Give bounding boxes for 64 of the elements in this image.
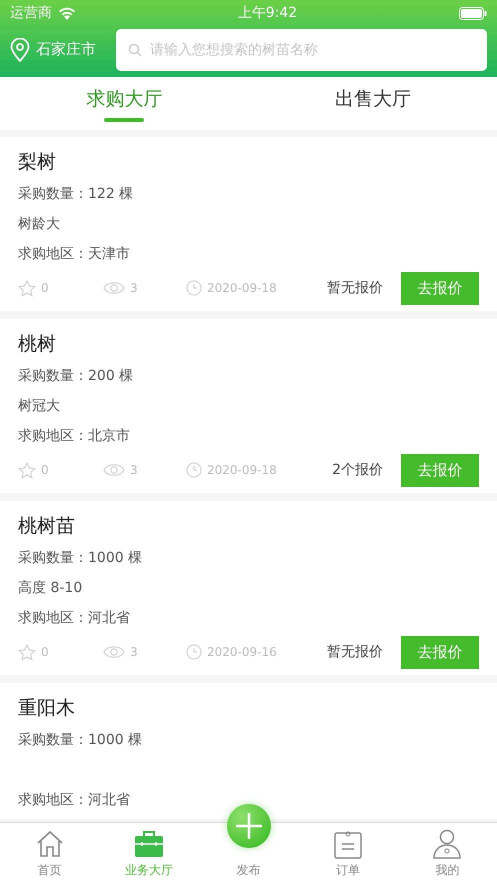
tab[interactable]: 求购大厅 <box>0 77 248 130</box>
spec-text: 树冠大 <box>18 398 60 414</box>
search-icon <box>128 42 142 56</box>
clock-icon <box>186 280 202 296</box>
person-icon <box>432 829 462 859</box>
quantity-text: 采购数量：1000 棵 <box>18 731 144 750</box>
wifi-icon <box>58 6 76 20</box>
favorite-count: 0 <box>41 463 49 477</box>
tab-bar-item[interactable]: 首页 <box>38 862 62 879</box>
star-icon <box>18 644 36 660</box>
quote-button[interactable]: 去报价 <box>401 272 479 304</box>
quote-button[interactable]: 去报价 <box>401 636 479 668</box>
tab-bar-item[interactable]: 发布 <box>236 862 261 879</box>
quote-status: 暂无报价 <box>327 279 383 297</box>
view-count: 3 <box>130 645 138 659</box>
status-time: 上午9:42 <box>238 4 298 22</box>
region-text: 求购地区：天津市 <box>18 245 131 264</box>
battery-icon <box>458 6 487 20</box>
clock-icon <box>186 644 202 660</box>
listing-title: 桃树 <box>18 332 57 357</box>
listing-card[interactable]: 桃树苗 采购数量：1000 棵 高度 8-10 求购地区：河北省 0 3 2020-09-16 暂无报价 去报价 <box>0 501 497 675</box>
star-icon <box>18 280 36 296</box>
home-icon <box>34 829 65 859</box>
view-count: 3 <box>130 463 138 477</box>
tab-bar-item[interactable]: 订单 <box>336 862 360 879</box>
listing-card[interactable]: 桃树 采购数量：200 棵 树冠大 求购地区：北京市 0 3 2020-09-18 2个报价 去报价 <box>0 319 497 493</box>
favorite-count: 0 <box>41 281 49 295</box>
eye-icon <box>103 463 125 477</box>
search-field[interactable]: 请输入您想搜索的树苗名称 <box>116 28 487 70</box>
quote-status: 2个报价 <box>332 461 383 479</box>
clock-icon <box>186 462 202 478</box>
eye-icon <box>103 281 125 295</box>
briefcase-icon <box>134 829 164 859</box>
tab[interactable]: 出售大厅 <box>248 77 497 130</box>
listing-title: 梨树 <box>18 150 57 175</box>
tab-bar-item[interactable]: 我的 <box>435 862 460 879</box>
quantity-text: 采购数量：122 棵 <box>18 185 134 204</box>
region-text: 求购地区：河北省 <box>18 609 131 628</box>
eye-icon <box>103 645 125 659</box>
region-text: 求购地区：河北省 <box>18 791 131 810</box>
spec-text: 高度 8-10 <box>18 580 82 596</box>
favorite-count: 0 <box>41 645 49 659</box>
listing-card[interactable]: 梨树 采购数量：122 棵 树龄大 求购地区：天津市 0 3 2020-09-18 暂无报价 去报价 <box>0 137 497 311</box>
quantity-text: 采购数量：1000 棵 <box>18 549 144 568</box>
region-text: 求购地区：北京市 <box>18 427 131 446</box>
tab-bar-item[interactable]: 业务大厅 <box>125 862 174 879</box>
date-text: 2020-09-16 <box>207 645 277 659</box>
clipboard-icon <box>334 829 362 859</box>
date-text: 2020-09-18 <box>207 463 277 477</box>
quote-button[interactable]: 去报价 <box>401 454 479 486</box>
quote-status: 暂无报价 <box>327 643 383 661</box>
star-icon <box>18 462 36 478</box>
spec-text: 树龄大 <box>18 216 60 232</box>
carrier-text: 运营商 <box>10 4 52 22</box>
quantity-text: 采购数量：200 棵 <box>18 367 134 386</box>
plus-icon <box>236 813 262 839</box>
location-pin-icon[interactable] <box>10 38 30 62</box>
view-count: 3 <box>130 281 138 295</box>
city-selector[interactable]: 石家庄市 <box>36 40 96 59</box>
add-button[interactable] <box>226 804 270 848</box>
listing-title: 桃树苗 <box>18 514 76 539</box>
date-text: 2020-09-18 <box>207 281 277 295</box>
listing-title: 重阳木 <box>18 696 76 721</box>
listing-card[interactable]: 重阳木 采购数量：1000 棵 求购地区：河北省 <box>0 683 497 819</box>
